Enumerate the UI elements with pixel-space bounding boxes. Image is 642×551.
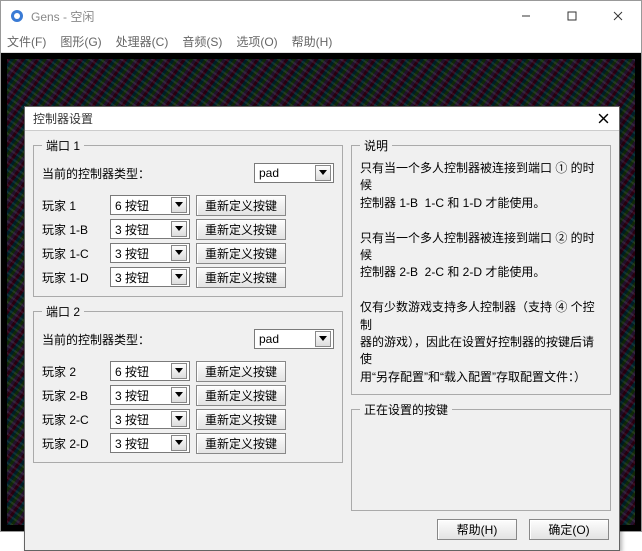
ok-button[interactable]: 确定(O) [529,519,609,540]
player1d-label: 玩家 1-D [42,269,104,286]
chevron-down-icon [171,411,187,427]
chevron-down-icon [315,165,331,181]
setting-keys-group: 正在设置的按键 [351,401,611,511]
app-icon [9,8,25,24]
dialog-left-column: 端口 1 当前的控制器类型： pad 玩家 1 6 按钮 [33,137,343,540]
titlebar: Gens - 空闲 [1,1,641,31]
player1-label: 玩家 1 [42,197,104,214]
player2c-label: 玩家 2-C [42,411,104,428]
menu-cpu[interactable]: 处理器(C) [116,33,169,50]
chevron-down-icon [315,331,331,347]
help-button[interactable]: 帮助(H) [437,519,517,540]
chevron-down-icon [171,269,187,285]
menu-file[interactable]: 文件(F) [7,33,46,50]
dialog-right-column: 说明 只有当一个多人控制器被连接到端口 ① 的时候 控制器 1-B 1-C 和 … [351,137,611,540]
player2-redefine-button[interactable]: 重新定义按键 [196,361,286,382]
player1b-redefine-button[interactable]: 重新定义按键 [196,219,286,240]
description-text: 只有当一个多人控制器被连接到端口 ① 的时候 控制器 1-B 1-C 和 1-D… [360,160,602,386]
player2c-redefine-button[interactable]: 重新定义按键 [196,409,286,430]
player2d-redefine-button[interactable]: 重新定义按键 [196,433,286,454]
player1-redefine-button[interactable]: 重新定义按键 [196,195,286,216]
close-button[interactable] [595,1,641,31]
dialog-close-button[interactable] [591,109,615,129]
chevron-down-icon [171,197,187,213]
player2-buttons-select[interactable]: 6 按钮 [110,361,190,381]
player2b-label: 玩家 2-B [42,387,104,404]
menu-sound[interactable]: 音频(S) [182,33,222,50]
dialog-title: 控制器设置 [33,110,591,127]
chevron-down-icon [171,221,187,237]
player2-label: 玩家 2 [42,363,104,380]
player1c-buttons-select[interactable]: 3 按钮 [110,243,190,263]
controller-settings-dialog: 控制器设置 端口 1 当前的控制器类型： pad [24,106,620,551]
description-group: 说明 只有当一个多人控制器被连接到端口 ① 的时候 控制器 1-B 1-C 和 … [351,137,611,395]
player1d-buttons-select[interactable]: 3 按钮 [110,267,190,287]
port2-legend: 端口 2 [42,303,84,320]
chevron-down-icon [171,435,187,451]
dialog-titlebar[interactable]: 控制器设置 [25,107,619,131]
player2c-buttons-select[interactable]: 3 按钮 [110,409,190,429]
port2-type-select[interactable]: pad [254,329,334,349]
menubar: 文件(F) 图形(G) 处理器(C) 音频(S) 选项(O) 帮助(H) [1,31,641,53]
menu-graphics[interactable]: 图形(G) [60,33,101,50]
player1-buttons-select[interactable]: 6 按钮 [110,195,190,215]
player2b-redefine-button[interactable]: 重新定义按键 [196,385,286,406]
menu-options[interactable]: 选项(O) [236,33,277,50]
chevron-down-icon [171,387,187,403]
player2d-buttons-select[interactable]: 3 按钮 [110,433,190,453]
port2-group: 端口 2 当前的控制器类型： pad 玩家 2 6 按钮 重新定义按键 [33,303,343,463]
description-legend: 说明 [360,137,392,154]
window-controls [503,1,641,31]
minimize-button[interactable] [503,1,549,31]
player1d-redefine-button[interactable]: 重新定义按键 [196,267,286,288]
menu-help[interactable]: 帮助(H) [292,33,333,50]
port1-type-value: pad [259,166,279,180]
port1-type-select[interactable]: pad [254,163,334,183]
port1-legend: 端口 1 [42,137,84,154]
player1c-label: 玩家 1-C [42,245,104,262]
player2b-buttons-select[interactable]: 3 按钮 [110,385,190,405]
chevron-down-icon [171,245,187,261]
chevron-down-icon [171,363,187,379]
port2-type-label: 当前的控制器类型： [42,331,248,348]
setting-keys-legend: 正在设置的按键 [360,401,452,418]
window-title: Gens - 空闲 [31,8,503,25]
player1b-label: 玩家 1-B [42,221,104,238]
dialog-body: 端口 1 当前的控制器类型： pad 玩家 1 6 按钮 [25,131,619,550]
player1c-redefine-button[interactable]: 重新定义按键 [196,243,286,264]
port2-type-value: pad [259,332,279,346]
player2d-label: 玩家 2-D [42,435,104,452]
dialog-button-row: 帮助(H) 确定(O) [351,517,611,540]
maximize-button[interactable] [549,1,595,31]
player1b-buttons-select[interactable]: 3 按钮 [110,219,190,239]
port1-group: 端口 1 当前的控制器类型： pad 玩家 1 6 按钮 [33,137,343,297]
port1-type-label: 当前的控制器类型： [42,165,248,182]
